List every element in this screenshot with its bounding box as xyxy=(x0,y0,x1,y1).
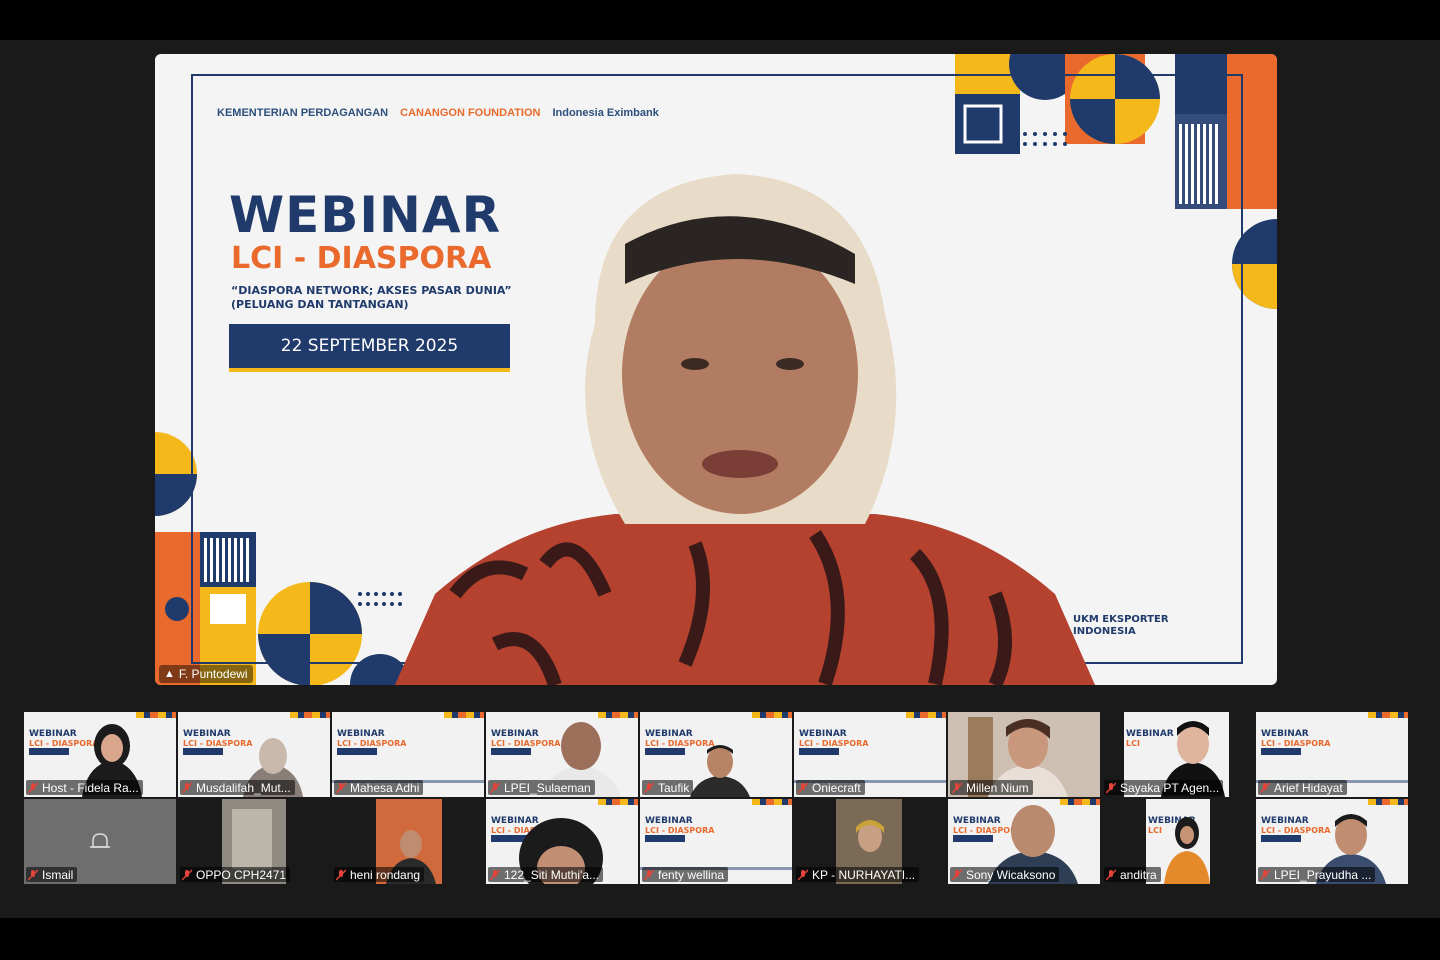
participant-tile[interactable]: WEBINAR LCI - DIASPORA Sony Wicaksono xyxy=(948,799,1100,884)
muted-mic-icon xyxy=(797,781,809,794)
muted-mic-icon xyxy=(27,868,39,881)
participant-name: LPEI_Sulaeman xyxy=(504,780,591,795)
pin-icon: ▲ xyxy=(164,668,175,680)
muted-mic-icon xyxy=(181,868,193,881)
muted-mic-icon xyxy=(181,781,193,794)
speaker-name-tag: ▲ F. Puntodewi xyxy=(159,665,253,683)
muted-mic-icon xyxy=(1105,868,1117,881)
participants-grid: WEBINAR LCI - DIASPORA Host - Fidela Ra..… xyxy=(24,712,1408,885)
participant-name: Ismail xyxy=(42,867,74,882)
participant-tile[interactable]: KP - NURHAYATI... xyxy=(794,799,946,884)
participant-tile[interactable]: OPPO CPH2471 xyxy=(178,799,330,884)
participant-tile[interactable]: Ismail xyxy=(24,799,176,884)
muted-mic-icon xyxy=(951,868,963,881)
participant-tile[interactable]: WEBINAR LCI - DIASPORA LPEI_Prayudha ... xyxy=(1256,799,1408,884)
participant-name: heni rondang xyxy=(350,867,421,882)
participant-tile[interactable]: WEBINAR LCI - DIASPORA Host - Fidela Ra..… xyxy=(24,712,176,797)
muted-mic-icon xyxy=(489,781,501,794)
muted-mic-icon xyxy=(951,781,963,794)
muted-mic-icon xyxy=(643,781,655,794)
participant-tile[interactable]: WEBINAR LCI anditra xyxy=(1102,799,1254,884)
participant-tile[interactable]: heni rondang xyxy=(332,799,484,884)
muted-mic-icon xyxy=(1259,868,1271,881)
muted-mic-icon xyxy=(643,868,655,881)
participant-tile[interactable]: Millen Nium xyxy=(948,712,1100,797)
participant-name: Oniecraft xyxy=(812,780,861,795)
muted-mic-icon xyxy=(489,868,501,881)
participant-name: OPPO CPH2471 xyxy=(196,867,287,882)
window-top-bar xyxy=(0,0,1440,40)
participant-name: Millen Nium xyxy=(966,780,1029,795)
speaker-name: F. Puntodewi xyxy=(178,667,248,681)
participant-name: LPEI_Prayudha ... xyxy=(1274,867,1372,882)
participant-name: Musdalifah_Mut... xyxy=(196,780,291,795)
participant-tile[interactable]: WEBINAR LCI - DIASPORA LPEI_Sulaeman xyxy=(486,712,638,797)
active-speaker-tile[interactable]: KEMENTERIAN PERDAGANGAN CANANGON FOUNDAT… xyxy=(155,54,1277,685)
muted-mic-icon xyxy=(797,868,809,881)
speaker-video xyxy=(395,174,1095,685)
participant-tile[interactable]: WEBINAR LCI - DIASPORA Mahesa Adhi xyxy=(332,712,484,797)
participant-name: fenty wellina xyxy=(658,867,725,882)
muted-mic-icon xyxy=(335,868,347,881)
muted-mic-icon xyxy=(335,781,347,794)
muted-mic-icon xyxy=(1105,781,1117,794)
participant-tile[interactable]: WEBINAR LCI - DIASPORA fenty wellina xyxy=(640,799,792,884)
participant-name: 122_Siti Muthi'a... xyxy=(504,867,600,882)
logo-canangon: CANANGON FOUNDATION xyxy=(400,107,541,119)
participant-name: Mahesa Adhi xyxy=(350,780,420,795)
logo-eximbank: Indonesia Eximbank xyxy=(552,107,659,119)
logo-kemendag: KEMENTERIAN PERDAGANGAN xyxy=(217,107,389,119)
participant-tile[interactable]: WEBINAR LCI - DIASPORA Oniecraft xyxy=(794,712,946,797)
participant-name: anditra xyxy=(1120,867,1157,882)
window-bottom-bar xyxy=(0,918,1440,960)
participant-name: KP - NURHAYATI... xyxy=(812,867,916,882)
participant-name: Taufik xyxy=(658,780,690,795)
participant-tile[interactable]: WEBINAR LCI - DIASPORA Taufik xyxy=(640,712,792,797)
user-avatar-icon xyxy=(90,833,110,848)
participant-tile[interactable]: WEBINAR LCI - DIASPORA Musdalifah_Mut... xyxy=(178,712,330,797)
participant-tile[interactable]: WEBINAR LCI Sayaka PT Agen... xyxy=(1102,712,1254,797)
participant-name: Sony Wicaksono xyxy=(966,867,1056,882)
participant-name: Sayaka PT Agen... xyxy=(1120,780,1220,795)
muted-mic-icon xyxy=(27,781,39,794)
slide-tagline-2: (PELUANG DAN TANTANGAN) xyxy=(231,298,409,311)
muted-mic-icon xyxy=(1259,781,1271,794)
participant-tile[interactable]: WEBINAR LCI - DIASPORA Arief Hidayat xyxy=(1256,712,1408,797)
participant-tile[interactable]: WEBINAR LCI - DIASPORA 122_Siti Muthi'a..… xyxy=(486,799,638,884)
participant-name: Host - Fidela Ra... xyxy=(42,780,139,795)
participant-name: Arief Hidayat xyxy=(1274,780,1343,795)
